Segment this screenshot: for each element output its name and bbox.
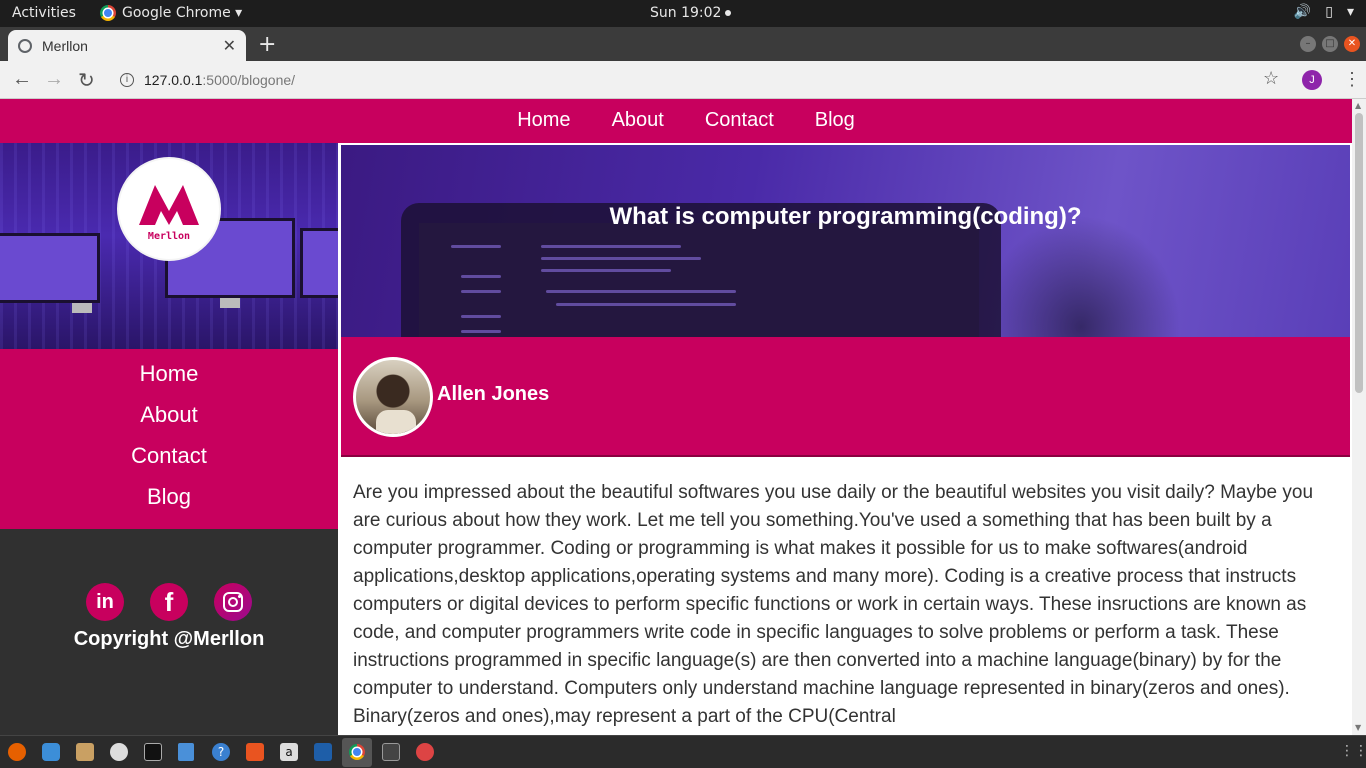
topnav-about-link[interactable]: About	[612, 109, 664, 143]
sidebar-banner-image: Merllon	[0, 143, 338, 349]
forward-icon[interactable]: →	[44, 68, 64, 91]
firefox-icon[interactable]	[8, 743, 26, 761]
scrollbar-thumb[interactable]	[1355, 113, 1363, 393]
files-icon[interactable]	[76, 743, 94, 761]
show-apps-icon[interactable]: ⋮⋮	[1340, 743, 1366, 759]
web-page: Home About Contact Blog Merllon Home Abo…	[0, 99, 1352, 735]
topnav-blog-link[interactable]: Blog	[815, 109, 855, 143]
globe-icon	[18, 38, 32, 53]
sidebar-item-blog[interactable]: Blog	[147, 484, 191, 525]
author-bar: Allen Jones	[341, 337, 1350, 457]
window-controls: – □ ✕	[1300, 36, 1360, 52]
monitor-graphic	[0, 233, 100, 303]
tab-strip: Merllon ✕ + – □ ✕	[0, 27, 1366, 61]
sidebar-item-about[interactable]: About	[140, 402, 198, 443]
sidebar-item-home[interactable]: Home	[140, 361, 199, 402]
topnav-contact-link[interactable]: Contact	[705, 109, 774, 143]
scroll-up-icon[interactable]: ▲	[1355, 101, 1361, 110]
thunderbird-icon[interactable]	[42, 743, 60, 761]
back-icon[interactable]: ←	[12, 68, 32, 91]
amazon-icon[interactable]: a	[280, 743, 298, 761]
address-bar[interactable]: i 127.0.0.1:5000/blogone/	[108, 65, 1288, 95]
tab-title: Merllon	[42, 37, 88, 54]
activities-button[interactable]: Activities	[12, 5, 76, 21]
volume-icon: 🔊	[1293, 4, 1312, 20]
monitor-stand-graphic	[72, 303, 92, 313]
author-avatar[interactable]	[353, 357, 433, 437]
chrome-icon	[349, 744, 365, 760]
clock-label: Sun 19:02	[650, 5, 722, 21]
close-window-button[interactable]: ✕	[1344, 36, 1360, 52]
page-scrollbar[interactable]: ▲ ▼	[1352, 99, 1366, 735]
post-body: Are you impressed about the beautiful so…	[353, 482, 1314, 727]
bookmark-star-icon[interactable]: ☆	[1263, 68, 1279, 89]
logo-text: Merllon	[147, 231, 191, 242]
system-top-bar: Activities Google Chrome ▾ Sun 19:02 🔊 ▯…	[0, 0, 1366, 27]
topnav-home-link[interactable]: Home	[517, 109, 570, 143]
settings-icon[interactable]	[416, 743, 434, 761]
battery-icon: ▯	[1325, 4, 1333, 20]
video-editor-icon[interactable]	[382, 743, 400, 761]
info-icon[interactable]: i	[120, 73, 134, 87]
chrome-dock-active[interactable]	[342, 738, 372, 767]
writer-icon[interactable]	[178, 743, 194, 761]
notification-dot-icon	[725, 10, 732, 16]
chrome-icon	[100, 5, 116, 21]
taskbar: ? a ⋮⋮	[0, 735, 1366, 768]
linkedin-icon[interactable]: in	[86, 583, 124, 621]
app-menu-label: Google Chrome ▾	[122, 5, 243, 21]
browser-tab[interactable]: Merllon ✕	[8, 30, 246, 61]
main-content: What is computer programming(coding)? Al…	[341, 143, 1352, 735]
facebook-icon[interactable]: f	[150, 583, 188, 621]
post-title: What is computer programming(coding)?	[609, 203, 1082, 230]
merllon-logo[interactable]: Merllon	[119, 159, 219, 259]
reload-icon[interactable]: ↻	[78, 68, 95, 93]
copyright-text: Copyright @Merllon	[73, 628, 265, 650]
sidebar-menu: Home About Contact Blog	[0, 349, 338, 529]
profile-avatar[interactable]: J	[1302, 70, 1322, 90]
browser-toolbar: ← → ↻ i 127.0.0.1:5000/blogone/ ☆ J ⋮	[0, 61, 1366, 99]
kebab-menu-icon[interactable]: ⋮	[1343, 69, 1361, 90]
close-tab-icon[interactable]: ✕	[223, 36, 236, 55]
top-navigation: Home About Contact Blog	[0, 99, 1352, 143]
monitor-graphic	[300, 228, 338, 298]
plant-graphic	[981, 215, 1181, 337]
url-host: 127.0.0.1	[144, 72, 203, 88]
new-tab-button[interactable]: +	[258, 32, 276, 57]
code-screen-graphic	[419, 223, 979, 337]
terminal-icon[interactable]	[144, 743, 162, 761]
sidebar: Merllon Home About Contact Blog in f Cop…	[0, 143, 338, 735]
maximize-button[interactable]: □	[1322, 36, 1338, 52]
system-clock[interactable]: Sun 19:02	[650, 5, 732, 21]
post-hero-image: What is computer programming(coding)?	[341, 145, 1350, 337]
monitor-stand-graphic	[220, 298, 240, 308]
sidebar-item-contact[interactable]: Contact	[131, 443, 207, 484]
merllon-m-icon	[139, 185, 199, 225]
software-center-icon[interactable]	[246, 743, 264, 761]
app-menu[interactable]: Google Chrome ▾	[100, 5, 242, 21]
chevron-down-icon: ▾	[1346, 4, 1354, 20]
instagram-icon[interactable]	[214, 583, 252, 621]
url-path: :5000/blogone/	[202, 72, 296, 88]
vscode-icon[interactable]	[314, 743, 332, 761]
rhythmbox-icon[interactable]	[110, 743, 128, 761]
author-name[interactable]: Allen Jones	[437, 383, 549, 406]
help-icon[interactable]: ?	[212, 743, 230, 761]
social-links: in f	[0, 583, 338, 621]
minimize-button[interactable]: –	[1300, 36, 1316, 52]
scroll-down-icon[interactable]: ▼	[1355, 723, 1361, 732]
system-tray[interactable]: 🔊 ▯ ▾	[1294, 4, 1354, 20]
